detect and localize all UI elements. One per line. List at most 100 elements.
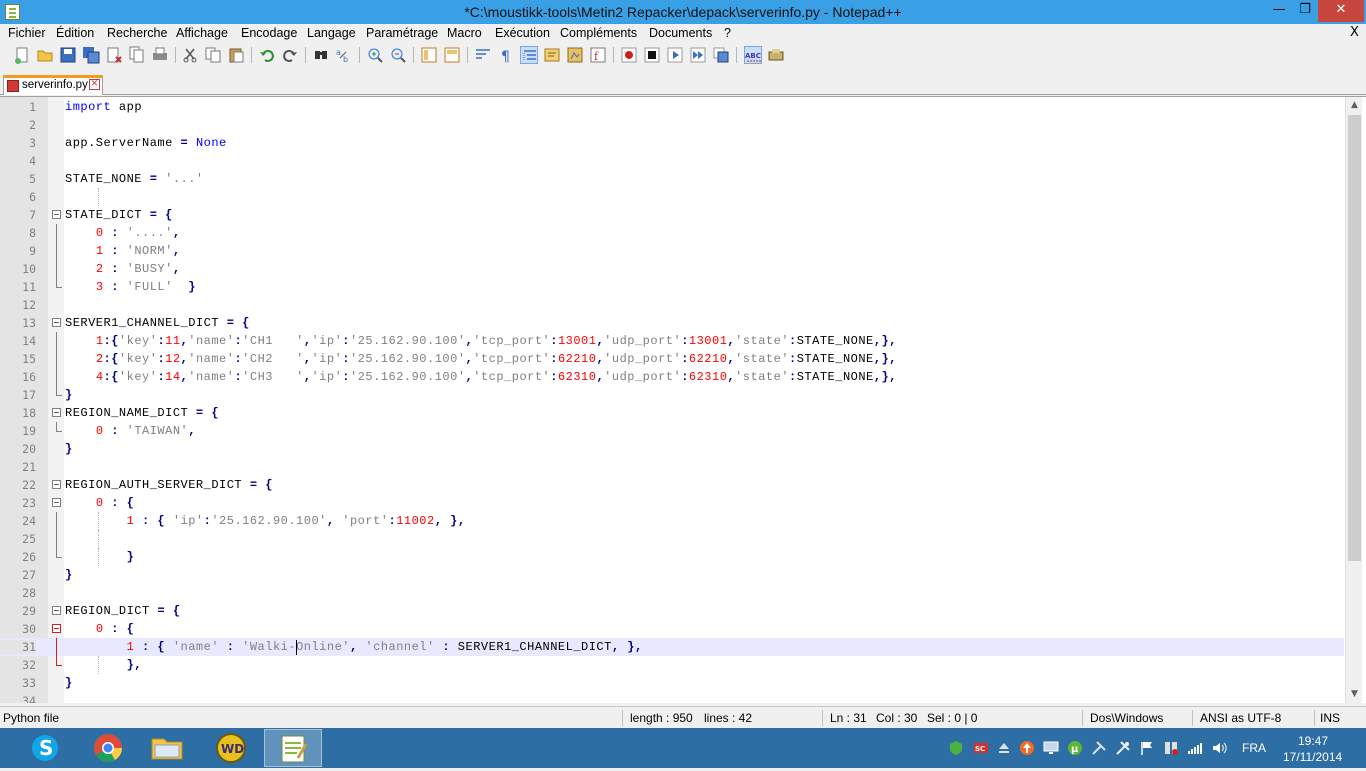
line-number: 22 [22, 478, 36, 492]
print-icon[interactable] [151, 46, 169, 64]
status-insert-mode[interactable]: INS [1320, 711, 1340, 725]
open-file-icon[interactable] [36, 46, 54, 64]
fold-toggle[interactable] [52, 210, 61, 219]
fold-toggle[interactable] [52, 318, 61, 327]
menu-fichier[interactable]: Fichier [8, 26, 46, 40]
spell-check-icon[interactable]: ABC [744, 46, 762, 64]
redo-icon[interactable] [281, 46, 299, 64]
status-encoding[interactable]: ANSI as UTF-8 [1200, 711, 1281, 725]
copy-icon[interactable] [204, 46, 222, 64]
new-file-icon[interactable] [13, 46, 31, 64]
menu-affichage[interactable]: Affichage [176, 26, 228, 40]
unsaved-file-icon [7, 80, 19, 92]
tab-serverinfo[interactable]: serverinfo.py ✕ [3, 75, 103, 95]
file-explorer-icon[interactable] [138, 729, 196, 767]
close-button[interactable]: ✕ [1318, 0, 1364, 22]
action-center-flag-icon[interactable] [1139, 740, 1155, 756]
fold-toggle[interactable] [52, 498, 61, 507]
skype-icon[interactable]: S [16, 729, 74, 767]
update-arrow-icon[interactable] [1019, 740, 1035, 756]
menu-macro[interactable]: Macro [447, 26, 482, 40]
clock-time[interactable]: 19:47 [1298, 734, 1328, 748]
security-shield-icon[interactable] [948, 740, 964, 756]
function-list-icon[interactable]: f [589, 46, 607, 64]
maximize-button[interactable]: ❐ [1292, 0, 1318, 22]
minimize-button[interactable]: — [1266, 0, 1292, 22]
volume-icon[interactable] [1211, 740, 1227, 756]
fold-guide [56, 512, 57, 530]
menu-help[interactable]: ? [724, 26, 731, 40]
save-macro-icon[interactable] [712, 46, 730, 64]
code-line: 22 REGION_AUTH_SERVER_DICT = { [0, 476, 1344, 494]
menu-parametrage[interactable]: Paramétrage [366, 26, 438, 40]
tab-close-icon[interactable]: ✕ [89, 79, 100, 90]
code-editor[interactable]: 1 import app 2 3 app.ServerName = None 4 5… [0, 96, 1366, 703]
eject-device-icon[interactable] [996, 740, 1012, 756]
status-separator [622, 710, 623, 726]
code-line: 19 0 : 'TAIWAN', [0, 422, 1344, 440]
tools-icon[interactable] [1091, 740, 1107, 756]
status-eol[interactable]: Dos\Windows [1090, 711, 1163, 725]
play-macro-icon[interactable] [666, 46, 684, 64]
scroll-down-icon[interactable]: ▼ [1346, 686, 1363, 703]
tools-alt-icon[interactable] [1115, 740, 1131, 756]
word-wrap-icon[interactable] [474, 46, 492, 64]
menu-langage[interactable]: Langage [307, 26, 356, 40]
zoom-out-icon[interactable] [389, 46, 407, 64]
close-all-icon[interactable] [128, 46, 146, 64]
menu-documents[interactable]: Documents [649, 26, 712, 40]
wd-icon[interactable]: WD [202, 729, 260, 767]
sc-tray-icon[interactable]: SC [973, 740, 989, 756]
paste-icon[interactable] [227, 46, 245, 64]
monitor-icon[interactable] [1043, 740, 1059, 756]
run-macro-multiple-icon[interactable] [689, 46, 707, 64]
replace-icon[interactable]: ab [335, 46, 353, 64]
notepad-plus-plus-icon[interactable] [264, 729, 322, 767]
record-macro-icon[interactable] [620, 46, 638, 64]
scroll-up-icon[interactable]: ▲ [1346, 97, 1363, 114]
fold-toggle[interactable] [52, 480, 61, 489]
menu-complements[interactable]: Compléments [560, 26, 637, 40]
vertical-scrollbar[interactable]: ▲ ▼ [1345, 97, 1362, 703]
status-lines: lines : 42 [704, 711, 753, 725]
menu-recherche[interactable]: Recherche [107, 26, 167, 40]
show-all-chars-icon[interactable]: ¶ [497, 46, 515, 65]
svg-text:S: S [39, 736, 53, 760]
menu-encodage[interactable]: Encodage [241, 26, 297, 40]
status-length: length : 950 [630, 711, 693, 725]
indent-guide-icon[interactable] [520, 46, 538, 64]
code-line: 7 STATE_DICT = { [0, 206, 1344, 224]
code-line: 13 SERVER1_CHANNEL_DICT = { [0, 314, 1344, 332]
scroll-thumb[interactable] [1348, 115, 1361, 561]
code-text: } [65, 568, 73, 582]
document-map-icon[interactable] [566, 46, 584, 64]
stop-macro-icon[interactable] [643, 46, 661, 64]
clock-date[interactable]: 17/11/2014 [1283, 750, 1342, 764]
fold-toggle[interactable] [52, 624, 61, 633]
status-line-number: Ln : 31 [830, 711, 867, 725]
save-icon[interactable] [59, 46, 77, 64]
fold-toggle[interactable] [52, 606, 61, 615]
zoom-in-icon[interactable] [366, 46, 384, 64]
sync-vertical-icon[interactable] [420, 46, 438, 64]
close-file-icon[interactable] [105, 46, 123, 64]
code-line: 14 1:{'key':11,'name':'CH1 ','ip':'25.16… [0, 332, 1344, 350]
line-number: 4 [29, 154, 36, 168]
plugin-icon[interactable] [767, 46, 785, 64]
utorrent-icon[interactable]: µ [1067, 740, 1083, 756]
svg-text:µ: µ [1071, 744, 1079, 755]
cut-icon[interactable] [181, 46, 199, 64]
network-warning-icon[interactable] [1163, 740, 1179, 756]
find-icon[interactable] [312, 46, 330, 64]
chrome-icon[interactable] [79, 729, 137, 767]
save-all-icon[interactable] [82, 46, 100, 64]
keyboard-language[interactable]: FRA [1242, 741, 1266, 755]
menu-execution[interactable]: Exécution [495, 26, 550, 40]
undo-icon[interactable] [258, 46, 276, 64]
wifi-signal-icon[interactable] [1187, 740, 1203, 756]
user-defined-language-icon[interactable] [543, 46, 561, 64]
sync-horizontal-icon[interactable] [443, 46, 461, 64]
close-document-button[interactable]: X [1350, 25, 1359, 40]
fold-toggle[interactable] [52, 408, 61, 417]
menu-edition[interactable]: Édition [56, 26, 94, 40]
